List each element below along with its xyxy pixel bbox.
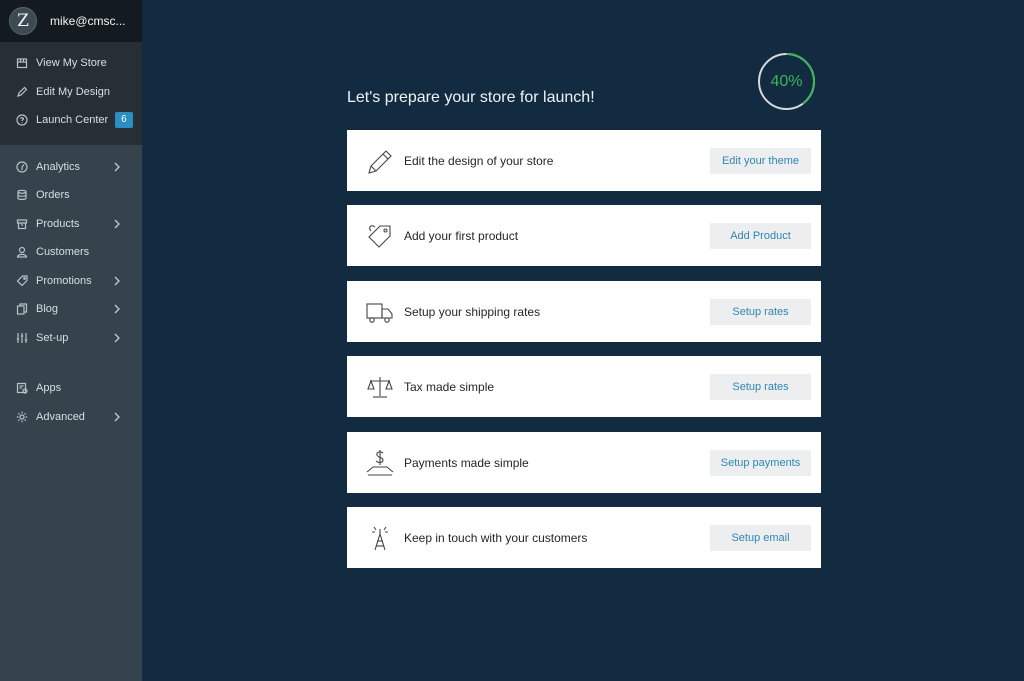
dollar-hand-icon (363, 446, 397, 480)
task-row-design: Edit the design of your store Edit your … (347, 130, 821, 191)
user-name[interactable]: mike@cmsc... (50, 14, 136, 28)
sidebar-item-label: Orders (36, 189, 70, 202)
sidebar-item-view-my-store[interactable]: View My Store (0, 49, 142, 78)
sidebar-item-orders[interactable]: Orders (0, 181, 142, 210)
task-label: Add your first product (404, 228, 519, 243)
gear-icon (16, 411, 28, 423)
sidebar-item-advanced[interactable]: Advanced (0, 403, 142, 432)
sidebar-item-label: Advanced (36, 410, 85, 423)
chevron-right-icon (112, 275, 124, 287)
sidebar-item-label: Customers (36, 246, 90, 259)
database-icon (16, 189, 28, 201)
tag-icon (16, 275, 28, 287)
copy-icon (16, 303, 28, 315)
sidebar: Z mike@cmsc... View My Store Edit My Des… (0, 0, 142, 681)
sidebar-item-blog[interactable]: Blog (0, 295, 142, 324)
sliders-icon (16, 332, 28, 344)
sidebar-item-label: View My Store (36, 57, 107, 70)
task-row-tax: Tax made simple Setup rates (347, 356, 821, 417)
task-label: Tax made simple (404, 379, 495, 394)
sidebar-item-label: Launch Center (36, 114, 109, 127)
analytics-icon (16, 161, 28, 173)
pencil-icon (363, 144, 397, 178)
pencil-icon (16, 86, 28, 98)
sidebar-item-label: Set-up (36, 331, 69, 344)
sidebar-item-label: Analytics (36, 160, 81, 173)
sidebar-item-label: Apps (36, 382, 62, 395)
task-row-payments: Payments made simple Setup payments (347, 432, 821, 493)
task-label: Setup your shipping rates (404, 304, 541, 319)
add-product-button[interactable]: Add Product (710, 222, 811, 249)
box-icon (16, 218, 28, 230)
task-row-email: Keep in touch with your customers Setup … (347, 507, 821, 568)
task-label: Edit the design of your store (404, 153, 554, 168)
menu-spacer (0, 352, 142, 374)
task-label: Payments made simple (404, 455, 529, 470)
main-menu: Analytics Orders Products Customers Prom… (0, 145, 142, 432)
sidebar-item-label: Promotions (36, 274, 92, 287)
sidebar-item-set-up[interactable]: Set-up (0, 324, 142, 353)
sidebar-item-analytics[interactable]: Analytics (0, 153, 142, 182)
task-row-product: Add your first product Add Product (347, 205, 821, 266)
chevron-right-icon (112, 332, 124, 344)
progress-label: 40% (770, 72, 803, 90)
chevron-right-icon (112, 161, 124, 173)
top-menu: View My Store Edit My Design Launch Cent… (0, 42, 142, 145)
page-title: Let's prepare your store for launch! (347, 89, 595, 106)
task-label: Keep in touch with your customers (404, 530, 588, 545)
task-row-shipping: Setup your shipping rates Setup rates (347, 281, 821, 342)
setup-email-button[interactable]: Setup email (710, 524, 811, 551)
setup-shipping-rates-button[interactable]: Setup rates (710, 298, 811, 325)
scales-icon (363, 370, 397, 404)
truck-icon (363, 295, 397, 329)
sidebar-item-products[interactable]: Products (0, 210, 142, 239)
sidebar-item-launch-center[interactable]: Launch Center 6 (0, 106, 142, 135)
price-tag-icon (363, 219, 397, 253)
antenna-icon (363, 521, 397, 555)
sidebar-item-label: Edit My Design (36, 85, 110, 98)
apps-icon (16, 382, 28, 394)
chevron-right-icon (112, 411, 124, 423)
sidebar-item-customers[interactable]: Customers (0, 238, 142, 267)
user-bar[interactable]: Z mike@cmsc... (0, 0, 142, 42)
avatar[interactable]: Z (9, 7, 37, 35)
chevron-right-icon (112, 303, 124, 315)
launch-center-badge: 6 (115, 112, 133, 129)
sidebar-item-label: Products (36, 217, 80, 230)
sidebar-item-label: Blog (36, 303, 59, 316)
help-circle-icon (16, 114, 28, 126)
user-icon (16, 246, 28, 258)
sidebar-item-apps[interactable]: Apps (0, 374, 142, 403)
setup-tax-rates-button[interactable]: Setup rates (710, 373, 811, 400)
setup-payments-button[interactable]: Setup payments (710, 449, 811, 476)
store-icon (16, 57, 28, 69)
edit-theme-button[interactable]: Edit your theme (710, 147, 811, 174)
chevron-right-icon (112, 218, 124, 230)
sidebar-item-promotions[interactable]: Promotions (0, 267, 142, 296)
sidebar-item-edit-my-design[interactable]: Edit My Design (0, 78, 142, 107)
